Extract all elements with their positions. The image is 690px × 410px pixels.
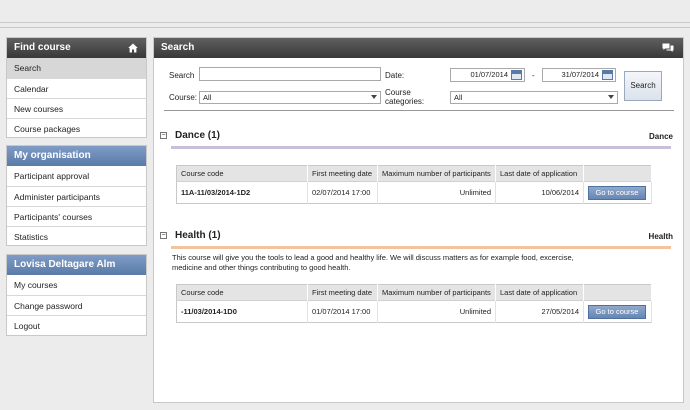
course-categories-value: All <box>454 93 463 102</box>
course-label: Course: <box>169 93 198 102</box>
main-header: Search <box>154 38 683 58</box>
sidebar-item-administer-participants[interactable]: Administer participants <box>7 186 146 206</box>
section-title-health: Health (1) <box>175 230 221 241</box>
last-date-cell: 10/06/2014 <box>495 181 584 204</box>
col-last-date: Last date of application <box>495 284 584 301</box>
col-course-code: Course code <box>176 284 308 301</box>
home-icon[interactable] <box>128 43 138 53</box>
col-action <box>583 284 652 301</box>
course-code-cell: 11A-11/03/2014-1D2 <box>176 181 308 204</box>
top-rule <box>0 22 690 23</box>
sidebar-header-user: Lovisa Deltagare Alm <box>7 255 146 275</box>
go-to-course-button[interactable]: Go to course <box>588 304 646 319</box>
chevron-down-icon <box>608 95 614 99</box>
action-cell: Go to course <box>583 300 652 323</box>
course-categories-label-line1: Course <box>385 88 411 97</box>
section-title-dance: Dance (1) <box>175 130 221 141</box>
sidebar-item-change-password[interactable]: Change password <box>7 295 146 315</box>
col-course-code: Course code <box>176 165 308 182</box>
course-code-cell: -11/03/2014-1D0 <box>176 300 308 323</box>
sidebar-item-participant-approval[interactable]: Participant approval <box>7 166 146 186</box>
max-participants-cell: Unlimited <box>377 300 496 323</box>
search-label: Search <box>169 71 195 80</box>
course-categories-label: Course categories: <box>385 88 424 106</box>
first-meeting-cell: 01/07/2014 17:00 <box>307 300 378 323</box>
sidebar-item-search[interactable]: Search <box>7 58 146 78</box>
course-description: This course will give you the tools to l… <box>172 253 574 272</box>
section-tag-dance: Dance <box>648 132 673 141</box>
table-header-row: Course code First meeting date Maximum n… <box>176 284 652 301</box>
sidebar-item-my-courses[interactable]: My courses <box>7 275 146 295</box>
table-header-row: Course code First meeting date Maximum n… <box>176 165 652 182</box>
section-rule-dance <box>171 146 671 149</box>
sidebar-item-statistics[interactable]: Statistics <box>7 226 146 246</box>
col-last-date: Last date of application <box>495 165 584 182</box>
first-meeting-cell: 02/07/2014 17:00 <box>307 181 378 204</box>
sidebar-item-participants-courses[interactable]: Participants' courses <box>7 206 146 226</box>
course-select[interactable]: All <box>199 91 381 104</box>
date-from-value: 01/07/2014 <box>470 70 508 79</box>
top-rule <box>0 27 690 28</box>
collapse-icon[interactable]: − <box>160 232 167 239</box>
sidebar-header-my-organisation: My organisation <box>7 146 146 166</box>
page-title: Search <box>161 42 195 53</box>
search-button[interactable]: Search <box>624 71 662 101</box>
course-categories-select[interactable]: All <box>450 91 618 104</box>
go-to-course-button[interactable]: Go to course <box>588 185 646 200</box>
col-first-meeting: First meeting date <box>307 165 378 182</box>
course-table-dance: Course code First meeting date Maximum n… <box>176 165 652 204</box>
table-row: 11A-11/03/2014-1D2 02/07/2014 17:00 Unli… <box>176 181 652 204</box>
date-from-input[interactable]: 01/07/2014 <box>450 68 525 82</box>
date-to-value: 31/07/2014 <box>561 70 599 79</box>
sidebar-item-new-courses[interactable]: New courses <box>7 98 146 118</box>
calendar-icon[interactable] <box>511 70 522 80</box>
col-first-meeting: First meeting date <box>307 284 378 301</box>
section-rule-health <box>171 246 671 249</box>
sidebar-header-find-course: Find course <box>7 38 146 58</box>
sidebar-item-calendar[interactable]: Calendar <box>7 78 146 98</box>
date-separator: - <box>532 71 535 80</box>
sidebar-item-course-packages[interactable]: Course packages <box>7 118 146 138</box>
max-participants-cell: Unlimited <box>377 181 496 204</box>
last-date-cell: 27/05/2014 <box>495 300 584 323</box>
date-label: Date: <box>385 71 405 80</box>
date-to-input[interactable]: 31/07/2014 <box>542 68 616 82</box>
collapse-icon[interactable]: − <box>160 132 167 139</box>
sidebar-find-course: Find course Search Calendar New courses … <box>6 37 147 138</box>
chat-icon[interactable] <box>662 43 674 53</box>
sidebar-item-logout[interactable]: Logout <box>7 315 146 335</box>
main-panel: Search Search Course: All Date: 01/07/20… <box>153 37 684 403</box>
sidebar-user: Lovisa Deltagare Alm My courses Change p… <box>6 254 147 336</box>
course-categories-label-line2: categories: <box>385 97 425 106</box>
col-max-participants: Maximum number of participants <box>377 284 496 301</box>
action-cell: Go to course <box>583 181 652 204</box>
course-select-value: All <box>203 93 212 102</box>
col-max-participants: Maximum number of participants <box>377 165 496 182</box>
chevron-down-icon <box>371 95 377 99</box>
col-action <box>583 165 652 182</box>
divider <box>164 110 674 111</box>
course-table-health: Course code First meeting date Maximum n… <box>176 284 652 323</box>
search-input[interactable] <box>199 67 381 81</box>
calendar-icon[interactable] <box>602 70 613 80</box>
sidebar-title: Find course <box>14 42 71 53</box>
section-tag-health: Health <box>648 232 673 241</box>
sidebar-my-organisation: My organisation Participant approval Adm… <box>6 145 147 246</box>
table-row: -11/03/2014-1D0 01/07/2014 17:00 Unlimit… <box>176 300 652 323</box>
